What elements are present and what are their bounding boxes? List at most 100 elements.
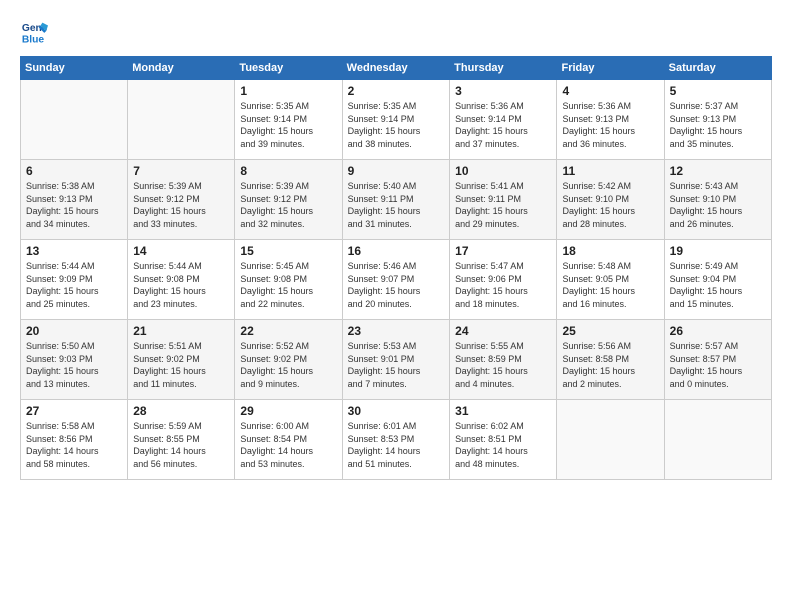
day-number: 19 bbox=[670, 244, 766, 258]
day-number: 17 bbox=[455, 244, 551, 258]
day-info: Sunrise: 5:42 AM Sunset: 9:10 PM Dayligh… bbox=[562, 180, 658, 230]
calendar-cell: 29Sunrise: 6:00 AM Sunset: 8:54 PM Dayli… bbox=[235, 400, 342, 480]
calendar-cell: 11 Sunrise: 5:42 AM Sunset: 9:10 PM Dayli… bbox=[557, 160, 664, 240]
calendar-cell: 22 Sunrise: 5:52 AM Sunset: 9:02 PM Dayli… bbox=[235, 320, 342, 400]
day-info: Sunrise: 5:49 AM Sunset: 9:04 PM Dayligh… bbox=[670, 260, 766, 310]
calendar-cell: 5Sunrise: 5:37 AM Sunset: 9:13 PM Daylig… bbox=[664, 80, 771, 160]
day-number: 9 bbox=[348, 164, 444, 178]
day-info: Sunrise: 5:53 AM Sunset: 9:01 PM Dayligh… bbox=[348, 340, 444, 390]
calendar-cell: 7 Sunrise: 5:39 AM Sunset: 9:12 PM Daylig… bbox=[128, 160, 235, 240]
day-number: 30 bbox=[348, 404, 444, 418]
calendar-cell: 6Sunrise: 5:38 AM Sunset: 9:13 PM Daylig… bbox=[21, 160, 128, 240]
calendar-cell: 12Sunrise: 5:43 AM Sunset: 9:10 PM Dayli… bbox=[664, 160, 771, 240]
weekday-header-monday: Monday bbox=[128, 57, 235, 80]
day-number: 21 bbox=[133, 324, 229, 338]
day-info: Sunrise: 5:45 AM Sunset: 9:08 PM Dayligh… bbox=[240, 260, 336, 310]
calendar-cell bbox=[557, 400, 664, 480]
calendar-cell: 25 Sunrise: 5:56 AM Sunset: 8:58 PM Dayli… bbox=[557, 320, 664, 400]
weekday-header-sunday: Sunday bbox=[21, 57, 128, 80]
day-info: Sunrise: 5:44 AM Sunset: 9:08 PM Dayligh… bbox=[133, 260, 229, 310]
day-info: Sunrise: 6:02 AM Sunset: 8:51 PM Dayligh… bbox=[455, 420, 551, 470]
day-info: Sunrise: 5:57 AM Sunset: 8:57 PM Dayligh… bbox=[670, 340, 766, 390]
day-number: 27 bbox=[26, 404, 122, 418]
day-number: 15 bbox=[240, 244, 336, 258]
calendar-cell: 24 Sunrise: 5:55 AM Sunset: 8:59 PM Dayli… bbox=[450, 320, 557, 400]
calendar-cell: 4 Sunrise: 5:36 AM Sunset: 9:13 PM Daylig… bbox=[557, 80, 664, 160]
day-info: Sunrise: 5:48 AM Sunset: 9:05 PM Dayligh… bbox=[562, 260, 658, 310]
day-info: Sunrise: 5:35 AM Sunset: 9:14 PM Dayligh… bbox=[348, 100, 444, 150]
day-number: 22 bbox=[240, 324, 336, 338]
day-number: 4 bbox=[562, 84, 658, 98]
day-info: Sunrise: 5:59 AM Sunset: 8:55 PM Dayligh… bbox=[133, 420, 229, 470]
day-number: 18 bbox=[562, 244, 658, 258]
day-info: Sunrise: 5:36 AM Sunset: 9:13 PM Dayligh… bbox=[562, 100, 658, 150]
calendar-cell: 21 Sunrise: 5:51 AM Sunset: 9:02 PM Dayli… bbox=[128, 320, 235, 400]
day-info: Sunrise: 5:56 AM Sunset: 8:58 PM Dayligh… bbox=[562, 340, 658, 390]
day-number: 7 bbox=[133, 164, 229, 178]
day-info: Sunrise: 5:47 AM Sunset: 9:06 PM Dayligh… bbox=[455, 260, 551, 310]
day-info: Sunrise: 5:36 AM Sunset: 9:14 PM Dayligh… bbox=[455, 100, 551, 150]
day-number: 29 bbox=[240, 404, 336, 418]
day-number: 23 bbox=[348, 324, 444, 338]
calendar-cell: 26 Sunrise: 5:57 AM Sunset: 8:57 PM Dayli… bbox=[664, 320, 771, 400]
calendar-cell bbox=[664, 400, 771, 480]
logo: General Blue bbox=[20, 18, 48, 46]
day-info: Sunrise: 5:41 AM Sunset: 9:11 PM Dayligh… bbox=[455, 180, 551, 230]
calendar-cell: 13Sunrise: 5:44 AM Sunset: 9:09 PM Dayli… bbox=[21, 240, 128, 320]
calendar-cell: 15 Sunrise: 5:45 AM Sunset: 9:08 PM Dayli… bbox=[235, 240, 342, 320]
calendar-cell: 23 Sunrise: 5:53 AM Sunset: 9:01 PM Dayli… bbox=[342, 320, 449, 400]
day-info: Sunrise: 6:01 AM Sunset: 8:53 PM Dayligh… bbox=[348, 420, 444, 470]
day-number: 8 bbox=[240, 164, 336, 178]
day-info: Sunrise: 5:39 AM Sunset: 9:12 PM Dayligh… bbox=[240, 180, 336, 230]
weekday-header-wednesday: Wednesday bbox=[342, 57, 449, 80]
calendar-cell: 19 Sunrise: 5:49 AM Sunset: 9:04 PM Dayli… bbox=[664, 240, 771, 320]
calendar-cell: 10 Sunrise: 5:41 AM Sunset: 9:11 PM Dayli… bbox=[450, 160, 557, 240]
day-number: 16 bbox=[348, 244, 444, 258]
calendar-cell: 28Sunrise: 5:59 AM Sunset: 8:55 PM Dayli… bbox=[128, 400, 235, 480]
day-number: 2 bbox=[348, 84, 444, 98]
calendar-cell: 1 Sunrise: 5:35 AM Sunset: 9:14 PM Daylig… bbox=[235, 80, 342, 160]
calendar-cell: 27 Sunrise: 5:58 AM Sunset: 8:56 PM Dayli… bbox=[21, 400, 128, 480]
page-header: General Blue bbox=[20, 18, 772, 46]
calendar-cell: 18 Sunrise: 5:48 AM Sunset: 9:05 PM Dayli… bbox=[557, 240, 664, 320]
day-info: Sunrise: 5:50 AM Sunset: 9:03 PM Dayligh… bbox=[26, 340, 122, 390]
weekday-header-saturday: Saturday bbox=[664, 57, 771, 80]
day-info: Sunrise: 5:52 AM Sunset: 9:02 PM Dayligh… bbox=[240, 340, 336, 390]
day-info: Sunrise: 5:55 AM Sunset: 8:59 PM Dayligh… bbox=[455, 340, 551, 390]
day-info: Sunrise: 5:43 AM Sunset: 9:10 PM Dayligh… bbox=[670, 180, 766, 230]
day-info: Sunrise: 5:35 AM Sunset: 9:14 PM Dayligh… bbox=[240, 100, 336, 150]
weekday-header-thursday: Thursday bbox=[450, 57, 557, 80]
calendar-cell: 2 Sunrise: 5:35 AM Sunset: 9:14 PM Daylig… bbox=[342, 80, 449, 160]
day-info: Sunrise: 5:58 AM Sunset: 8:56 PM Dayligh… bbox=[26, 420, 122, 470]
calendar-cell: 16 Sunrise: 5:46 AM Sunset: 9:07 PM Dayli… bbox=[342, 240, 449, 320]
day-number: 20 bbox=[26, 324, 122, 338]
weekday-header-tuesday: Tuesday bbox=[235, 57, 342, 80]
day-number: 14 bbox=[133, 244, 229, 258]
weekday-header-friday: Friday bbox=[557, 57, 664, 80]
day-info: Sunrise: 5:38 AM Sunset: 9:13 PM Dayligh… bbox=[26, 180, 122, 230]
day-number: 24 bbox=[455, 324, 551, 338]
calendar-cell: 3 Sunrise: 5:36 AM Sunset: 9:14 PM Daylig… bbox=[450, 80, 557, 160]
day-number: 11 bbox=[562, 164, 658, 178]
day-number: 5 bbox=[670, 84, 766, 98]
day-number: 26 bbox=[670, 324, 766, 338]
day-number: 3 bbox=[455, 84, 551, 98]
calendar-cell bbox=[128, 80, 235, 160]
day-info: Sunrise: 5:51 AM Sunset: 9:02 PM Dayligh… bbox=[133, 340, 229, 390]
day-info: Sunrise: 5:44 AM Sunset: 9:09 PM Dayligh… bbox=[26, 260, 122, 310]
day-info: Sunrise: 5:40 AM Sunset: 9:11 PM Dayligh… bbox=[348, 180, 444, 230]
day-number: 1 bbox=[240, 84, 336, 98]
logo-icon: General Blue bbox=[20, 18, 48, 46]
day-info: Sunrise: 5:39 AM Sunset: 9:12 PM Dayligh… bbox=[133, 180, 229, 230]
day-number: 10 bbox=[455, 164, 551, 178]
day-number: 31 bbox=[455, 404, 551, 418]
calendar-cell: 31 Sunrise: 6:02 AM Sunset: 8:51 PM Dayli… bbox=[450, 400, 557, 480]
day-number: 25 bbox=[562, 324, 658, 338]
calendar-cell: 9 Sunrise: 5:40 AM Sunset: 9:11 PM Daylig… bbox=[342, 160, 449, 240]
day-info: Sunrise: 5:46 AM Sunset: 9:07 PM Dayligh… bbox=[348, 260, 444, 310]
svg-text:Blue: Blue bbox=[22, 34, 45, 45]
calendar-cell: 30 Sunrise: 6:01 AM Sunset: 8:53 PM Dayli… bbox=[342, 400, 449, 480]
calendar-cell bbox=[21, 80, 128, 160]
calendar-cell: 20 Sunrise: 5:50 AM Sunset: 9:03 PM Dayli… bbox=[21, 320, 128, 400]
calendar-cell: 8 Sunrise: 5:39 AM Sunset: 9:12 PM Daylig… bbox=[235, 160, 342, 240]
